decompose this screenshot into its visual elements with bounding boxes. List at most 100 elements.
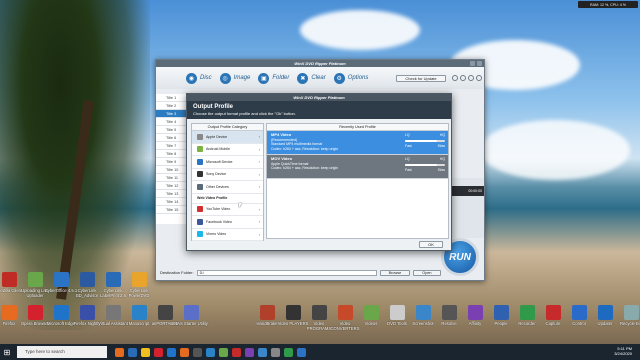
- windows-start-icon[interactable]: ⊞: [0, 345, 14, 359]
- title-item[interactable]: Title 4: [156, 118, 190, 126]
- image-button[interactable]: ◎ Image: [219, 72, 250, 84]
- taskbar-app-icon[interactable]: [297, 347, 306, 357]
- category-item[interactable]: Sony Device ›: [192, 169, 263, 181]
- title-item[interactable]: Title 8: [156, 150, 190, 158]
- title-item[interactable]: Title 13: [156, 190, 190, 198]
- title-item[interactable]: Title 9: [156, 158, 190, 166]
- title-item[interactable]: Title 14: [156, 198, 190, 206]
- category-item[interactable]: Microsoft Device ›: [192, 156, 263, 169]
- open-button[interactable]: Open: [413, 269, 441, 276]
- chevron-right-icon: ›: [258, 159, 260, 165]
- nas-icon: [183, 305, 199, 320]
- recycle-bin-icon: [623, 305, 639, 320]
- chevron-right-icon: ›: [258, 231, 260, 237]
- clock[interactable]: 5:11 PM 3/24/2020: [614, 346, 632, 356]
- taskbar-app-icon[interactable]: [206, 347, 215, 357]
- taskbar-app-icon[interactable]: [232, 347, 241, 357]
- desktop-shortcut[interactable]: Recycle Bin: [614, 305, 640, 326]
- taskbar-app-icon[interactable]: [141, 347, 150, 357]
- speed-fast: Fast: [405, 167, 412, 172]
- title-item[interactable]: Title 12: [156, 182, 190, 190]
- web-profile-item[interactable]: Facebook Video ›: [192, 216, 263, 229]
- taskbar-app-icon[interactable]: [128, 347, 137, 357]
- title-item[interactable]: Title 11: [156, 174, 190, 182]
- category-item[interactable]: Android Mobile ›: [192, 144, 263, 156]
- close-button[interactable]: [477, 61, 482, 66]
- home-icon[interactable]: [476, 75, 482, 81]
- handbrake-icon: [259, 305, 275, 320]
- labelprint-icon: [105, 272, 121, 287]
- title-item[interactable]: Title 1: [156, 94, 190, 102]
- assistant-icon: [105, 305, 121, 320]
- apple-icon: [197, 133, 203, 140]
- profile-item[interactable]: MOV Video Apple QuickTime format Codec: h2…: [267, 155, 448, 179]
- info-icon[interactable]: [468, 75, 474, 81]
- taskbar-app-icon[interactable]: [167, 347, 176, 357]
- chevron-right-icon: ›: [258, 206, 260, 212]
- clear-button[interactable]: ✖ Clear: [297, 72, 326, 84]
- title-item[interactable]: Title 15: [156, 206, 190, 214]
- folder-button[interactable]: ▣ Folder: [258, 72, 289, 84]
- quality-slider[interactable]: LQ HQ Fast Slow: [405, 157, 445, 172]
- chevron-right-icon: ›: [258, 171, 260, 177]
- resource-monitor: RAM: 12 %, CPU: 4 %: [578, 1, 638, 8]
- portable-icon: [157, 305, 173, 320]
- control-icon: [571, 305, 587, 320]
- check-update-button[interactable]: Check for Update: [396, 75, 446, 82]
- taskbar-search[interactable]: Type here to search: [17, 346, 107, 358]
- title-item[interactable]: Title 7: [156, 142, 190, 150]
- title-list: Title 1 Title 2 Title 3 Title 4 Title 5 Title…: [156, 94, 190, 224]
- quality-slider[interactable]: LQ HQ Fast Slow: [405, 133, 445, 148]
- taskbar-app-icon[interactable]: [258, 347, 267, 357]
- speed-labels: Fast Slow: [405, 168, 445, 173]
- desktop-shortcut[interactable]: CyberLink PowerDVD: [122, 272, 156, 298]
- web-profile-label: Vimeo Video: [206, 232, 227, 237]
- destination-input[interactable]: D:\: [196, 269, 377, 276]
- players-icon: [285, 305, 301, 320]
- firefox-icon: [1, 305, 17, 320]
- clear-label: Clear: [311, 75, 326, 81]
- taskbar-app-icon[interactable]: [193, 347, 202, 357]
- profile-name: MOV Video: [271, 156, 293, 161]
- powerdvd-icon: [131, 272, 147, 287]
- taskbar-app-icon[interactable]: [284, 347, 293, 357]
- taskbar-app-icon[interactable]: [245, 347, 254, 357]
- title-item[interactable]: Title 10: [156, 166, 190, 174]
- title-item[interactable]: Title 2: [156, 102, 190, 110]
- title-item[interactable]: Title 3: [156, 110, 190, 118]
- speed-slow: Slow: [437, 143, 445, 148]
- taskbar-app-icon[interactable]: [115, 347, 124, 357]
- title-item[interactable]: Title 6: [156, 134, 190, 142]
- recent-header: Recently Used Profile: [267, 124, 448, 131]
- uploader-icon: [27, 272, 43, 287]
- help-icon[interactable]: [452, 75, 458, 81]
- taskbar-app-icon[interactable]: [154, 347, 163, 357]
- taskbar-app-icon[interactable]: [271, 347, 280, 357]
- category-item[interactable]: Apple Device ›: [192, 131, 263, 144]
- minimize-button[interactable]: [470, 61, 475, 66]
- taskbar-app-icon[interactable]: [219, 347, 228, 357]
- dialog-heading: Output Profile: [193, 104, 233, 110]
- options-button[interactable]: ⚙ Options: [333, 72, 368, 84]
- desktop-shortcut[interactable]: NAS Starter Utility: [174, 305, 208, 326]
- taskbar-app-icon[interactable]: [180, 347, 189, 357]
- category-label: Microsoft Device: [206, 159, 233, 164]
- settings-icon[interactable]: [460, 75, 466, 81]
- category-item[interactable]: Other Devices ›: [192, 181, 263, 194]
- options-icon: ⚙: [333, 72, 345, 84]
- disc-button[interactable]: ◉ Disc: [186, 72, 212, 84]
- android-icon: [197, 146, 203, 153]
- screenshot-icon: [415, 305, 431, 320]
- quality-labels: LQ HQ: [405, 157, 445, 162]
- profile-item[interactable]: MP4 Video (Recommended) Standard MP4 multi…: [267, 131, 448, 155]
- web-profile-item[interactable]: YouTube Video ›: [192, 204, 263, 216]
- title-item[interactable]: Title 5: [156, 126, 190, 134]
- web-profile-label[interactable]: Web Video Profile: [192, 194, 263, 204]
- ok-button[interactable]: OK: [419, 241, 443, 248]
- manuscript-icon: [131, 305, 147, 320]
- quality-labels: LQ HQ: [405, 133, 445, 138]
- web-profile-item[interactable]: Vimeo Video ›: [192, 229, 263, 241]
- browse-button[interactable]: Browse: [379, 269, 411, 276]
- category-header: Output Profile Category: [192, 124, 263, 131]
- time-display: 00:00:00: [452, 186, 484, 196]
